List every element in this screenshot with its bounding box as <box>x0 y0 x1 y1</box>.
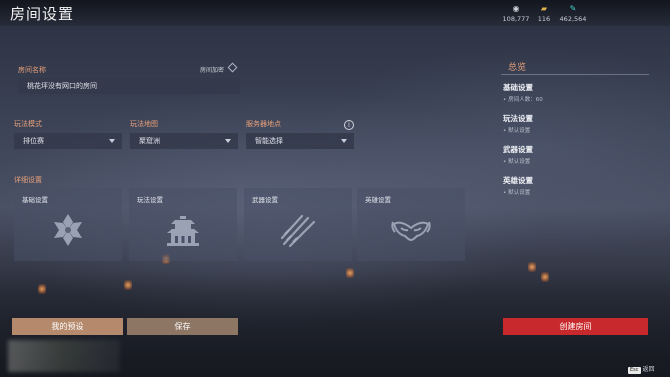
currency-jade: ✎ 462,564 <box>553 4 593 23</box>
room-name-label: 房间名称 <box>18 66 46 74</box>
jade-feather-icon: ✎ <box>569 4 577 13</box>
info-icon[interactable]: i <box>344 120 354 130</box>
summary-detail: 默认设置 <box>503 188 530 196</box>
summary-detail: 房间人数：60 <box>503 95 543 103</box>
server-select-value: 智能选择 <box>255 137 283 145</box>
summary-divider <box>501 74 649 75</box>
summary-heading: 武器设置 <box>503 145 533 154</box>
details-label: 详细设置 <box>14 176 42 184</box>
summary-heading: 玩法设置 <box>503 114 533 123</box>
chevron-down-icon <box>225 139 231 143</box>
page-title: 房间设置 <box>10 5 75 23</box>
weapon-settings-icon <box>280 214 316 248</box>
create-room-button[interactable]: 创建房间 <box>503 318 648 335</box>
card-hero-settings[interactable]: 英雄设置 <box>357 188 465 261</box>
esc-back-hint[interactable]: Esc 返回 <box>628 364 655 374</box>
mode-label: 玩法模式 <box>14 120 42 128</box>
lantern-light <box>346 268 354 278</box>
lantern-light <box>528 262 536 272</box>
card-gameplay-settings[interactable]: 玩法设置 <box>129 188 237 261</box>
server-select[interactable]: 智能选择 <box>246 133 354 149</box>
summary-detail: 默认设置 <box>503 126 530 134</box>
lantern-light <box>541 272 549 282</box>
summary-heading: 基础设置 <box>503 83 533 92</box>
gameplay-settings-icon <box>167 216 199 246</box>
esc-key-icon: Esc <box>628 367 641 374</box>
chevron-down-icon <box>109 139 115 143</box>
mode-select[interactable]: 排位赛 <box>14 133 122 149</box>
currency-value: 462,564 <box>559 15 587 23</box>
blurred-overlay <box>8 340 120 372</box>
summary-heading: 英雄设置 <box>503 176 533 185</box>
chevron-down-icon <box>341 139 347 143</box>
summary-detail: 默认设置 <box>503 157 530 165</box>
save-button[interactable]: 保存 <box>127 318 238 335</box>
esc-back-label: 返回 <box>642 366 655 373</box>
room-encrypt-checkbox[interactable] <box>227 62 238 73</box>
card-basic-settings[interactable]: 基础设置 <box>14 188 122 261</box>
hero-settings-icon <box>391 221 431 242</box>
lantern-light <box>124 280 132 290</box>
basic-settings-icon <box>54 214 82 246</box>
room-name-input[interactable]: 桃花坪没有网口的房间 <box>18 78 240 94</box>
card-title: 玩法设置 <box>137 196 163 204</box>
summary-title: 总览 <box>508 63 527 73</box>
room-encrypt-label: 房间加密 <box>200 67 225 74</box>
lantern-light <box>38 284 46 294</box>
map-select[interactable]: 聚窟洲 <box>130 133 238 149</box>
map-select-value: 聚窟洲 <box>139 137 160 145</box>
card-title: 基础设置 <box>22 196 48 204</box>
map-label: 玩法地图 <box>130 120 158 128</box>
card-title: 武器设置 <box>252 196 278 204</box>
card-title: 英雄设置 <box>365 196 391 204</box>
mode-select-value: 排位赛 <box>23 137 44 145</box>
my-presets-button[interactable]: 我的预设 <box>12 318 123 335</box>
server-label: 服务器地点 <box>246 120 281 128</box>
card-weapon-settings[interactable]: 武器设置 <box>244 188 352 261</box>
top-bar: 房间设置 ◉ 108,777 ▰ 116 ✎ 462,564 <box>0 0 670 26</box>
